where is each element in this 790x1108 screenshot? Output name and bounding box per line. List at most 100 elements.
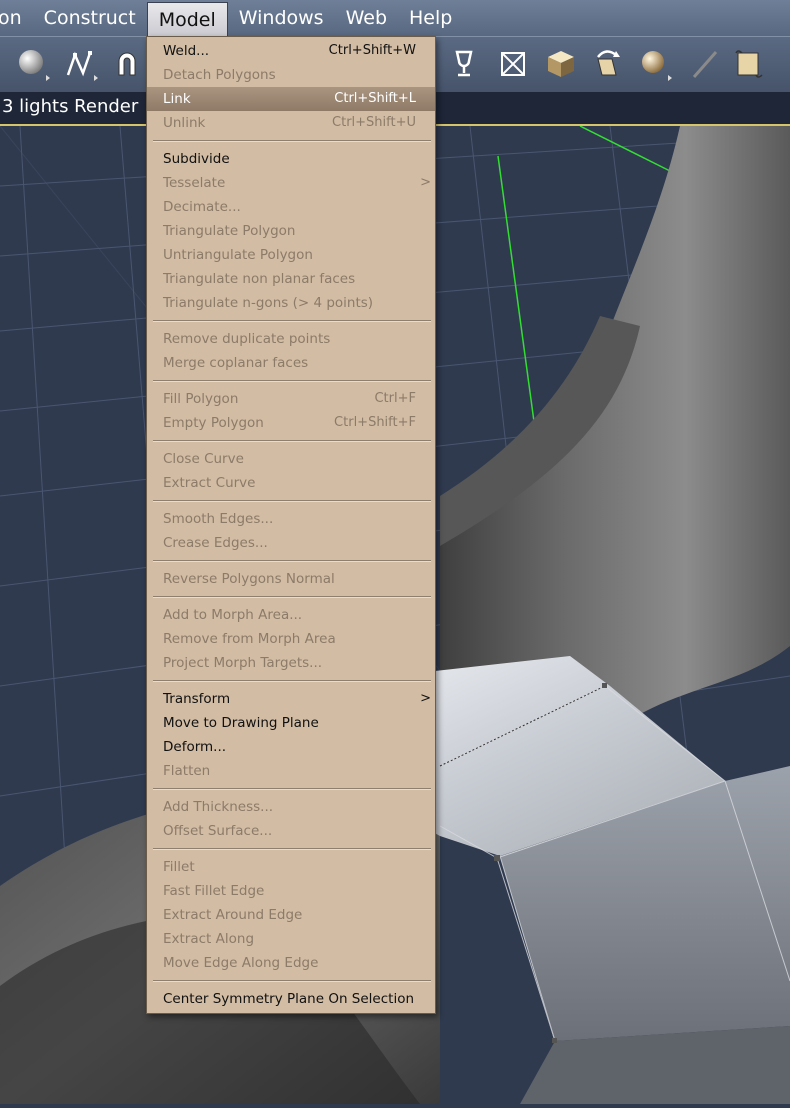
menu-item-fillet[interactable]: Fillet: [147, 855, 435, 879]
menu-item-label: Decimate...: [163, 199, 241, 215]
menu-help[interactable]: Help: [398, 0, 463, 36]
menu-item-shortcut: Ctrl+Shift+U: [332, 115, 416, 130]
menu-bar: on Construct Model Windows Web Help: [0, 0, 790, 37]
menu-navigation[interactable]: on: [0, 0, 33, 36]
menu-item-label: Remove duplicate points: [163, 331, 331, 347]
menu-item-decimate[interactable]: Decimate...: [147, 195, 435, 219]
sphere-tool-icon[interactable]: [16, 47, 50, 81]
menu-item-close-curve[interactable]: Close Curve: [147, 447, 435, 471]
menu-item-project-morph-targets[interactable]: Project Morph Targets...: [147, 651, 435, 675]
shaded-cube-icon[interactable]: [544, 47, 578, 81]
menu-item-extract-along[interactable]: Extract Along: [147, 927, 435, 951]
menu-item-subdivide[interactable]: Subdivide: [147, 147, 435, 171]
menu-item-label: Merge coplanar faces: [163, 355, 309, 371]
menu-item-label: Smooth Edges...: [163, 511, 274, 527]
menu-item-fast-fillet-edge[interactable]: Fast Fillet Edge: [147, 879, 435, 903]
menu-item-label: Crease Edges...: [163, 535, 268, 551]
menu-separator: [153, 320, 431, 322]
menu-item-label: Fill Polygon: [163, 391, 239, 407]
menu-item-label: Close Curve: [163, 451, 244, 467]
menu-item-label: Extract Along: [163, 931, 255, 947]
menu-item-label: Fast Fillet Edge: [163, 883, 265, 899]
menu-item-deform[interactable]: Deform...: [147, 735, 435, 759]
status-text: 3 lights Render: [2, 96, 139, 117]
menu-separator: [153, 680, 431, 682]
submenu-arrow-icon: >: [420, 691, 431, 706]
menu-separator: [153, 848, 431, 850]
pen-tool-icon[interactable]: [688, 47, 722, 81]
menu-item-move-to-drawing-plane[interactable]: Move to Drawing Plane: [147, 711, 435, 735]
menu-item-crease-edges[interactable]: Crease Edges...: [147, 531, 435, 555]
menu-item-flatten[interactable]: Flatten: [147, 759, 435, 783]
menu-item-extract-curve[interactable]: Extract Curve: [147, 471, 435, 495]
rotate-box-icon[interactable]: [590, 47, 624, 81]
menu-item-reverse-polygons-normal[interactable]: Reverse Polygons Normal: [147, 567, 435, 591]
spline-tool-icon[interactable]: [64, 47, 98, 81]
menu-item-label: Tesselate: [163, 175, 226, 191]
menu-item-label: Weld...: [163, 43, 210, 59]
magnet-tool-icon[interactable]: [110, 47, 144, 81]
menu-item-triangulate-non-planar-faces[interactable]: Triangulate non planar faces: [147, 267, 435, 291]
menu-item-label: Triangulate Polygon: [163, 223, 296, 239]
menu-windows[interactable]: Windows: [228, 0, 335, 36]
menu-item-move-edge-along-edge[interactable]: Move Edge Along Edge: [147, 951, 435, 975]
menu-separator: [153, 980, 431, 982]
menu-item-empty-polygon[interactable]: Empty Polygon Ctrl+Shift+F: [147, 411, 435, 435]
menu-item-merge-coplanar-faces[interactable]: Merge coplanar faces: [147, 351, 435, 375]
menu-item-unlink[interactable]: Unlink Ctrl+Shift+U: [147, 111, 435, 135]
menu-item-triangulate-n-gons-4-points[interactable]: Triangulate n-gons (> 4 points): [147, 291, 435, 315]
menu-item-label: Deform...: [163, 739, 227, 755]
menu-item-untriangulate-polygon[interactable]: Untriangulate Polygon: [147, 243, 435, 267]
menu-item-shortcut: Ctrl+Shift+W: [328, 43, 416, 58]
menu-separator: [153, 596, 431, 598]
sphere-material-icon[interactable]: [638, 47, 672, 81]
model-menu-dropdown: Weld... Ctrl+Shift+W Detach Polygons Link Ct…: [146, 36, 436, 1014]
menu-item-shortcut: Ctrl+F: [374, 391, 416, 406]
menu-separator: [153, 500, 431, 502]
menu-construct[interactable]: Construct: [33, 0, 147, 36]
menu-item-remove-from-morph-area[interactable]: Remove from Morph Area: [147, 627, 435, 651]
menu-item-transform[interactable]: Transform >: [147, 687, 435, 711]
menu-item-label: Extract Curve: [163, 475, 256, 491]
menu-separator: [153, 380, 431, 382]
menu-item-fill-polygon[interactable]: Fill Polygon Ctrl+F: [147, 387, 435, 411]
menu-item-weld[interactable]: Weld... Ctrl+Shift+W: [147, 39, 435, 63]
menu-item-label: Transform: [163, 691, 231, 707]
menu-item-detach-polygons[interactable]: Detach Polygons: [147, 63, 435, 87]
submenu-arrow-icon: >: [420, 175, 431, 190]
menu-item-triangulate-polygon[interactable]: Triangulate Polygon: [147, 219, 435, 243]
menu-item-remove-duplicate-points[interactable]: Remove duplicate points: [147, 327, 435, 351]
menu-item-tesselate[interactable]: Tesselate >: [147, 171, 435, 195]
menu-item-smooth-edges[interactable]: Smooth Edges...: [147, 507, 435, 531]
goblet-tool-icon[interactable]: [448, 47, 482, 81]
menu-item-add-to-morph-area[interactable]: Add to Morph Area...: [147, 603, 435, 627]
menu-item-label: Offset Surface...: [163, 823, 273, 839]
menu-separator: [153, 788, 431, 790]
menu-separator: [153, 560, 431, 562]
menu-item-label: Project Morph Targets...: [163, 655, 323, 671]
menu-web[interactable]: Web: [335, 0, 398, 36]
menu-separator: [153, 440, 431, 442]
cube-wireframe-icon[interactable]: [496, 47, 530, 81]
menu-item-label: Triangulate n-gons (> 4 points): [163, 295, 374, 311]
menu-model[interactable]: Model: [146, 1, 228, 37]
menu-item-add-thickness[interactable]: Add Thickness...: [147, 795, 435, 819]
menu-item-label: Subdivide: [163, 151, 230, 167]
menu-item-shortcut: Ctrl+Shift+F: [334, 415, 416, 430]
menu-item-label: Unlink: [163, 115, 206, 131]
menu-item-label: Link: [163, 91, 191, 107]
menu-item-center-symmetry-plane-on-selection[interactable]: Center Symmetry Plane On Selection: [147, 987, 435, 1011]
menu-separator: [153, 140, 431, 142]
menu-item-extract-around-edge[interactable]: Extract Around Edge: [147, 903, 435, 927]
menu-item-link[interactable]: Link Ctrl+Shift+L: [147, 87, 435, 111]
menu-item-label: Extract Around Edge: [163, 907, 303, 923]
menu-item-label: Move Edge Along Edge: [163, 955, 319, 971]
menu-item-offset-surface[interactable]: Offset Surface...: [147, 819, 435, 843]
menu-item-label: Detach Polygons: [163, 67, 276, 83]
menu-item-label: Empty Polygon: [163, 415, 264, 431]
menu-item-label: Center Symmetry Plane On Selection: [163, 991, 415, 1007]
scroll-tool-icon[interactable]: [732, 47, 766, 81]
menu-item-label: Triangulate non planar faces: [163, 271, 356, 287]
menu-item-label: Remove from Morph Area: [163, 631, 336, 647]
menu-item-label: Fillet: [163, 859, 195, 875]
